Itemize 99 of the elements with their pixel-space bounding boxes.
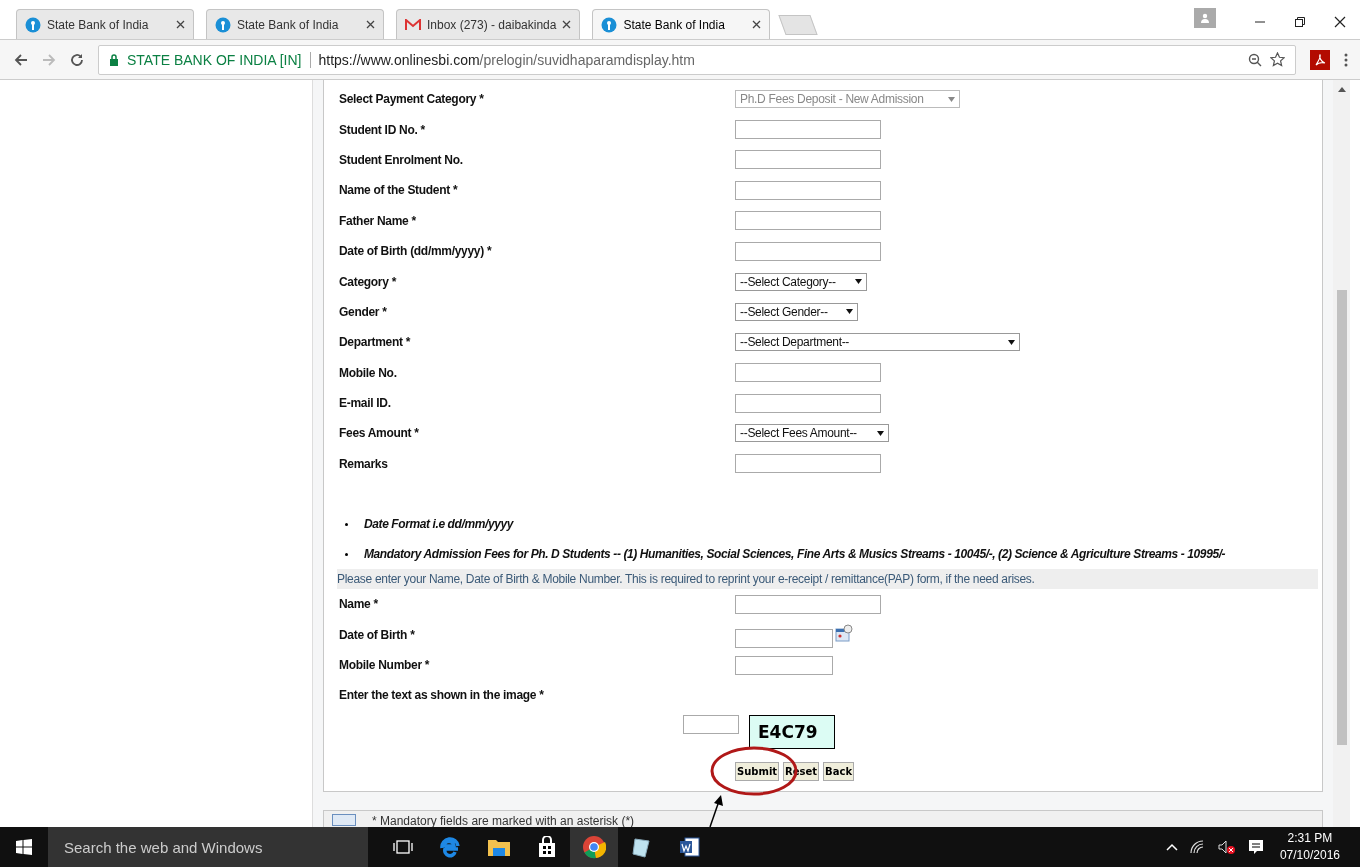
clock-date[interactable]: 07/10/2016 (1279, 847, 1340, 864)
bank-logo-icon (25, 16, 41, 33)
taskbar-app-button[interactable] (570, 827, 618, 867)
field-label: E-mail ID. (339, 396, 392, 411)
browser-tab[interactable]: State Bank of India (16, 9, 194, 39)
scroll-up-icon[interactable] (1337, 86, 1346, 92)
calendar-icon[interactable] (835, 623, 853, 642)
input-field[interactable] (735, 454, 881, 474)
clock-time[interactable]: 2:31 PM (1287, 830, 1333, 847)
field-label: Fees Amount * (339, 426, 420, 441)
captcha-image: E4C79 (749, 714, 835, 749)
dropdown-field[interactable]: --Select Department-- (735, 333, 1020, 352)
security-label: STATE BANK OF INDIA [IN] (127, 51, 302, 68)
notice-text: Please enter your Name, Date of Birth & Mobile Number. This is required to reprint your e-receipt / remittance(PAP) form, if the need arises. (337, 569, 1318, 590)
bank-logo-icon (601, 16, 618, 33)
notification-icon[interactable] (1247, 839, 1264, 855)
input-field[interactable] (735, 180, 881, 200)
browser-tab[interactable]: State Bank of India (206, 9, 384, 39)
caret-icon (855, 279, 862, 285)
restore-icon[interactable] (1294, 16, 1306, 28)
url-text: https://www.onlinesbi.com/prelogin/suvidhaparamdisplay.htm (318, 51, 695, 68)
pdf-icon (1314, 53, 1326, 66)
field-label: Student Enrolment No. (339, 152, 464, 167)
bullet-icon (345, 522, 348, 526)
input-field[interactable] (735, 241, 881, 261)
field-label: Remarks (339, 456, 389, 471)
pdf-extension-button[interactable] (1310, 49, 1330, 70)
caret-icon (846, 309, 853, 315)
zoom-icon[interactable] (1248, 52, 1262, 67)
footer-note: * Mandatory fields are marked with an asterisk (*) (372, 813, 635, 827)
windows-logo-icon (16, 839, 32, 855)
tab-title: State Bank of India (237, 17, 340, 32)
round-browser-icon (582, 835, 606, 859)
notepad-icon[interactable] (631, 836, 653, 858)
lock-icon (109, 53, 119, 66)
field-label: Student ID No. * (339, 122, 426, 137)
annotation-arrow (708, 795, 724, 827)
field-label: Category * (339, 274, 398, 289)
person-icon (1200, 13, 1210, 23)
folder-icon[interactable] (487, 837, 511, 857)
close-icon[interactable] (1334, 16, 1346, 28)
bullet-icon (345, 552, 348, 556)
caret-icon (948, 96, 955, 102)
note-text: Mandatory Admission Fees for Ph. D Students -- (1) Humanities, Social Sciences, Fine Arts & Musics Streams - 10045/-, (2) Science & Agriculture Streams - 10995/- (364, 547, 1226, 562)
field-label: Name * (339, 597, 379, 612)
dropdown-field[interactable]: --Select Fees Amount-- (735, 424, 889, 443)
scrollbar-thumb[interactable] (1336, 290, 1347, 745)
chevron-up-icon[interactable] (1165, 843, 1178, 851)
browser-tab[interactable]: State Bank of India (592, 9, 771, 39)
close-icon[interactable] (752, 20, 762, 29)
close-icon[interactable] (562, 20, 572, 29)
close-icon[interactable] (366, 20, 375, 29)
form-button[interactable]: Back (823, 761, 855, 781)
field-label: Date of Birth (dd/mm/yyyy) * (339, 244, 493, 259)
wifi-icon[interactable] (1189, 840, 1206, 854)
field-label: Mobile Number * (339, 658, 431, 673)
star-icon[interactable] (1270, 52, 1285, 67)
taskbar-search-field[interactable]: Search the web and Windows (48, 827, 368, 867)
dropdown-field[interactable]: --Select Gender-- (735, 302, 858, 321)
field-label: Date of Birth * (339, 627, 416, 642)
input-field[interactable] (735, 211, 881, 231)
field-label: Mobile No. (339, 365, 398, 380)
field-label: Enter the text as shown in the image * (339, 688, 544, 703)
menu-icon[interactable] (1344, 52, 1348, 67)
field-label: Select Payment Category * (339, 92, 485, 107)
bank-logo-icon (215, 16, 231, 33)
field-label: Father Name * (339, 213, 417, 228)
browser-tab[interactable]: Inbox (273) - daibakinda (396, 9, 581, 39)
input-field[interactable] (735, 150, 881, 170)
field-label: Department * (339, 335, 412, 350)
input-field[interactable] (735, 120, 881, 140)
address-field[interactable]: STATE BANK OF INDIA [IN] https://www.onlinesbi.com/prelogin/suvidhaparamdisplay.htm (98, 44, 1296, 75)
caret-icon (1008, 339, 1015, 345)
field-label: Name of the Student * (339, 183, 459, 198)
tab-title: State Bank of India (47, 17, 150, 32)
tab-title: State Bank of India (623, 17, 726, 32)
field-label: Gender * (339, 304, 388, 319)
date-input-field[interactable] (735, 629, 833, 649)
word-document-icon[interactable] (679, 836, 701, 858)
tab-title: Inbox (273) - daibakinda (427, 17, 557, 32)
input-field[interactable] (735, 655, 833, 675)
captcha-input-field[interactable] (683, 714, 739, 734)
reload-icon[interactable] (70, 52, 84, 67)
caret-icon (877, 431, 884, 436)
store-bag-icon[interactable] (537, 836, 557, 858)
muted-speaker-icon[interactable] (1217, 840, 1236, 854)
back-icon[interactable] (14, 52, 28, 67)
input-field[interactable] (735, 393, 881, 413)
input-field[interactable] (735, 363, 881, 383)
mail-icon (405, 18, 421, 31)
note-text: Date Format i.e dd/mm/yyyy (364, 517, 513, 532)
browser-e-icon[interactable] (439, 836, 461, 858)
dropdown-field[interactable]: --Select Category-- (735, 272, 867, 291)
task-view-icon[interactable] (393, 839, 413, 855)
input-field[interactable] (735, 594, 881, 614)
close-icon[interactable] (176, 20, 185, 29)
info-icon (332, 813, 356, 826)
form-button[interactable]: Submit (735, 761, 780, 781)
scrollbar[interactable] (1333, 80, 1350, 827)
